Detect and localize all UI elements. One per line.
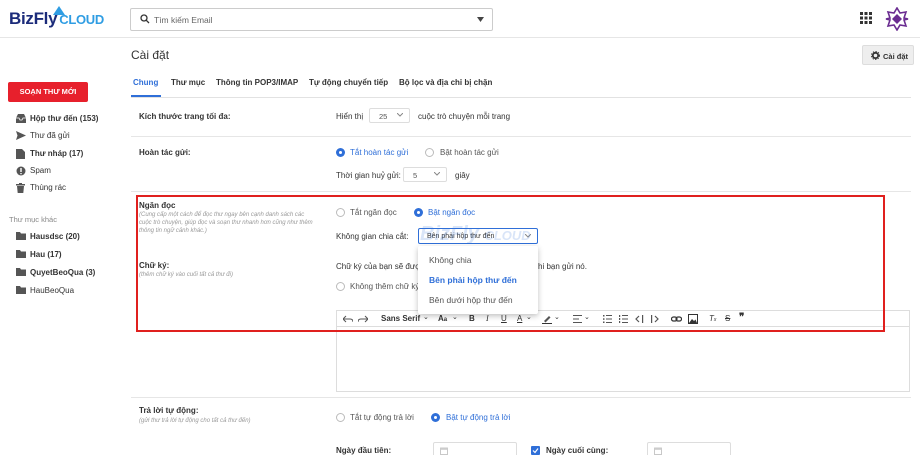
undo-timeout-unit: giây	[455, 171, 470, 180]
signature-editor[interactable]	[336, 327, 910, 392]
undo-timeout-label: Thời gian huỷ gửi:	[336, 171, 401, 180]
other-folders-heading: Thư mục khác	[9, 215, 57, 224]
end-date-label: Ngày cuối cùng:	[546, 446, 609, 455]
tab-general[interactable]: Chung	[133, 78, 158, 87]
settings-button[interactable]: Cài đặt	[862, 45, 914, 65]
inbox-icon	[16, 114, 26, 123]
tab-divider	[131, 97, 911, 98]
sidebar-item-label: Thùng rác	[30, 183, 67, 192]
folder-label: Hau (17)	[30, 250, 62, 259]
divider	[131, 191, 911, 192]
split-option-below[interactable]: Bên dưới hộp thư đến	[429, 295, 513, 305]
gear-icon	[871, 51, 880, 60]
end-date-input[interactable]	[647, 442, 731, 455]
folder-icon	[16, 268, 26, 276]
settings-tabs: Chung Thư mục Thông tin POP3/IMAP Tự độn…	[131, 78, 911, 96]
page-size-select[interactable]: 25	[369, 108, 410, 123]
split-dropdown-menu: Không chia Bên phải hộp thư đến Bên dưới…	[418, 246, 538, 314]
tab-pop-imap[interactable]: Thông tin POP3/IMAP	[216, 78, 298, 87]
undo-off-label: Tắt hoàn tác gửi	[350, 148, 409, 157]
sidebar-item-label: Thư nháp (17)	[30, 149, 84, 158]
sidebar-item-label: Spam	[30, 166, 51, 175]
end-date-checkbox[interactable]	[531, 446, 540, 455]
app-root: BizFly CLOUD Tìm kiếm Email Cài đặt Cài đ…	[0, 0, 920, 455]
compose-button[interactable]: SOẠN THƯ MỚI	[8, 82, 88, 102]
undo-on-radio[interactable]	[425, 148, 434, 157]
brand-avatar-icon[interactable]	[885, 7, 909, 31]
folder-icon	[16, 286, 26, 294]
draft-icon	[16, 149, 25, 159]
calendar-icon	[654, 447, 662, 455]
start-date-input[interactable]	[433, 442, 517, 455]
chevron-down-icon	[434, 172, 440, 176]
tab-folders[interactable]: Thư mục	[171, 78, 205, 87]
page-size-suffix: cuộc trò chuyện mỗi trang	[418, 112, 511, 121]
split-option-none[interactable]: Không chia	[429, 255, 472, 265]
top-bar: BizFly CLOUD Tìm kiếm Email	[0, 0, 920, 38]
divider	[131, 397, 911, 398]
divider	[131, 136, 911, 137]
search-icon	[140, 14, 150, 24]
start-date-label: Ngày đầu tiên:	[336, 446, 392, 455]
chevron-down-icon[interactable]	[477, 17, 484, 22]
page-title: Cài đặt	[131, 48, 170, 62]
logo[interactable]: BizFly CLOUD	[9, 6, 104, 31]
check-icon	[532, 448, 539, 454]
auto-reply-on-label: Bật tự động trả lời	[446, 413, 511, 422]
folder-label: HauBeoQua	[30, 286, 75, 295]
sidebar-item-label: Thư đã gửi	[30, 131, 70, 140]
chevron-down-icon	[397, 113, 403, 117]
auto-reply-off-radio[interactable]	[336, 413, 345, 422]
undo-on-label: Bật hoàn tác gửi	[440, 148, 499, 157]
tab-forwarding[interactable]: Tự động chuyển tiếp	[309, 78, 388, 87]
folder-icon	[16, 250, 26, 258]
auto-reply-description: (gửi thư trả lời tự động cho tất cả thư …	[139, 418, 251, 424]
page-size-prefix: Hiển thị	[336, 112, 364, 121]
undo-timeout-value: 5	[413, 171, 418, 180]
settings-button-label: Cài đặt	[883, 52, 909, 61]
cloud-logo-icon	[53, 6, 65, 15]
apps-grid-icon[interactable]	[860, 12, 872, 24]
page-size-label: Kích thước trang tối đa:	[139, 112, 231, 121]
auto-reply-label: Trả lời tự động:	[139, 406, 199, 415]
search-box[interactable]: Tìm kiếm Email	[130, 8, 493, 31]
folder-icon	[16, 232, 26, 240]
spam-icon	[16, 166, 26, 176]
split-option-right[interactable]: Bên phải hộp thư đến	[429, 275, 517, 285]
folder-label: Hausdsc (20)	[30, 232, 80, 241]
undo-send-label: Hoàn tác gửi:	[139, 148, 191, 157]
auto-reply-off-label: Tắt tự động trả lời	[350, 413, 414, 422]
page-size-value: 25	[379, 112, 388, 121]
send-icon	[16, 131, 26, 140]
trash-icon	[16, 183, 25, 193]
undo-timeout-select[interactable]: 5	[403, 167, 447, 182]
folder-label: QuyetBeoQua (3)	[30, 268, 96, 277]
tab-filters[interactable]: Bộ lọc và địa chỉ bị chặn	[399, 78, 492, 87]
calendar-icon	[440, 447, 448, 455]
sidebar-item-label: Hộp thư đến (153)	[30, 114, 99, 123]
auto-reply-on-radio[interactable]	[431, 413, 440, 422]
undo-off-radio[interactable]	[336, 148, 345, 157]
search-input[interactable]: Tìm kiếm Email	[154, 15, 213, 25]
